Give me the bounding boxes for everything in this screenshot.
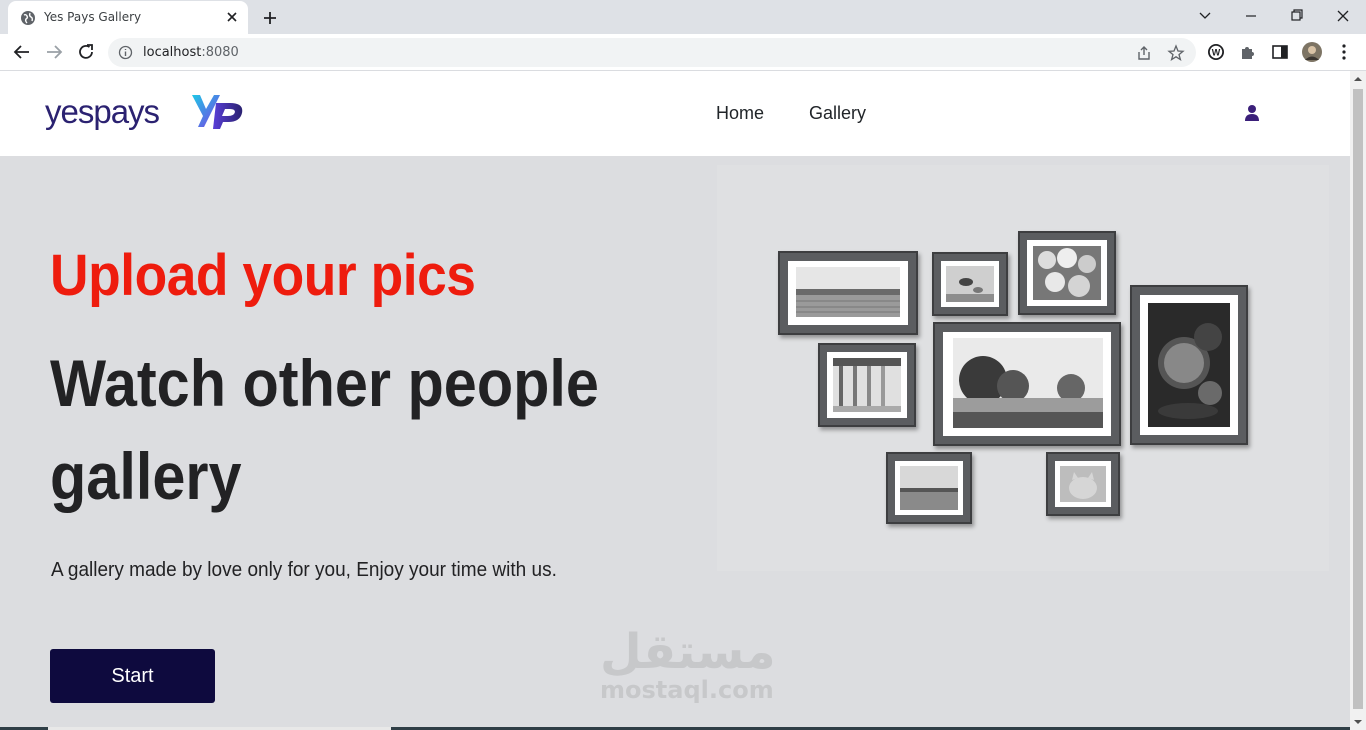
browser-tabstrip: Yes Pays Gallery [0,0,1366,34]
reload-icon[interactable] [75,41,97,63]
browser-toolbar: localhost:8080 W [0,34,1366,71]
nav-gallery-link[interactable]: Gallery [809,103,866,124]
gallery-wall-illustration [717,165,1329,571]
sidepanel-icon[interactable] [1269,41,1291,63]
address-bar[interactable]: localhost:8080 [108,38,1196,67]
frame-bird [932,252,1008,316]
frame-sea [886,452,972,524]
scroll-up-icon[interactable] [1354,75,1362,83]
info-icon[interactable] [118,45,133,60]
site-navbar: yespays Home Gallery [0,71,1350,156]
wordpress-icon[interactable]: W [1205,41,1227,63]
new-tab-icon[interactable] [259,7,281,29]
watermark-latin: mostaql.com [600,676,774,704]
yp-logo-icon [192,95,243,129]
hero-subheadline: Watch other people gallery [50,346,599,513]
logo-wordmark: yespays [45,93,160,130]
page-scrollbar[interactable] [1350,71,1366,730]
url-host: localhost [143,45,202,60]
chevron-down-icon[interactable] [1182,4,1228,28]
profile-avatar[interactable] [1301,41,1323,63]
share-icon[interactable] [1135,44,1153,62]
hero-headline: Upload your pics [50,243,476,308]
user-icon[interactable] [1243,104,1261,122]
scroll-thumb[interactable] [1353,89,1363,709]
hero-description: A gallery made by love only for you, Enj… [51,559,557,581]
menu-icon[interactable] [1333,41,1355,63]
frame-lake [933,322,1121,446]
start-button[interactable]: Start [50,649,215,703]
tab-title: Yes Pays Gallery [44,10,142,24]
nav-home-link[interactable]: Home [716,103,764,124]
url-text[interactable]: localhost:8080 [143,45,239,60]
extensions-icon[interactable] [1237,41,1259,63]
watermark: مستقل mostaql.com [600,624,776,704]
window-close-icon[interactable] [1320,4,1366,28]
svg-text:W: W [1212,48,1221,58]
frame-colonnade [818,343,916,427]
star-icon[interactable] [1167,44,1185,62]
frame-pomegranate [1130,285,1248,445]
url-port: :8080 [201,45,239,60]
watermark-arabic: مستقل [600,624,776,680]
globe-icon [21,11,35,25]
frame-field [778,251,918,335]
back-icon[interactable] [11,41,33,63]
minimize-icon[interactable] [1228,4,1274,28]
close-icon[interactable] [224,9,240,25]
frame-cat [1046,452,1120,516]
scroll-down-icon[interactable] [1354,718,1362,726]
forward-icon[interactable] [43,41,65,63]
restore-icon[interactable] [1274,4,1320,28]
page-viewport: yespays Home Gallery Upload your pics Wa… [0,71,1350,730]
frame-flowers [1018,231,1116,315]
browser-tab[interactable]: Yes Pays Gallery [8,1,248,34]
